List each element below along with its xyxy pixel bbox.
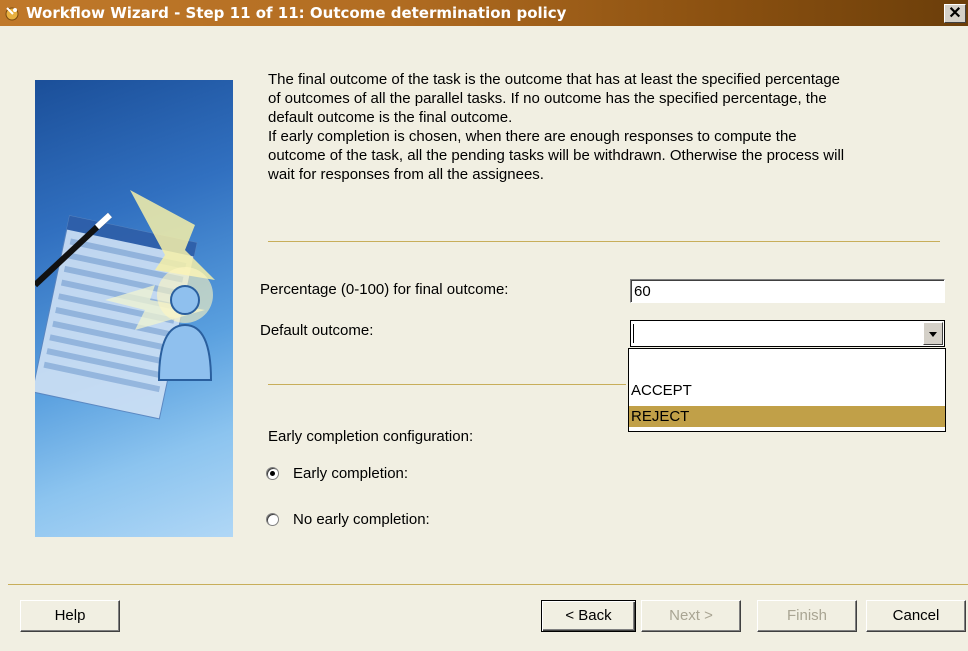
percentage-input[interactable]: 60 — [630, 279, 945, 303]
divider — [268, 241, 940, 242]
finish-button[interactable]: Finish — [757, 600, 857, 632]
default-outcome-options[interactable]: ACCEPT REJECT — [628, 348, 946, 432]
description-line: default outcome is the final outcome. — [268, 109, 513, 126]
workflow-wizard-window: Workflow Wizard - Step 11 of 11: Outcome… — [0, 0, 968, 651]
window-title: Workflow Wizard - Step 11 of 11: Outcome… — [26, 4, 567, 22]
help-button-label: Help — [54, 607, 86, 624]
description-line: of outcomes of all the parallel tasks. I… — [268, 90, 827, 107]
description-line: The final outcome of the task is the out… — [268, 71, 841, 88]
wizard-app-icon — [5, 7, 19, 21]
close-button[interactable]: ✕ — [944, 4, 966, 23]
cancel-button-label: Cancel — [892, 607, 940, 624]
description-line: If early completion is chosen, when ther… — [268, 128, 797, 145]
no-early-completion-label[interactable]: No early completion: — [293, 511, 430, 528]
percentage-label: Percentage (0-100) for final outcome: — [260, 281, 509, 298]
next-button-label: Next > — [669, 607, 713, 624]
back-button[interactable]: < Back — [541, 600, 636, 632]
early-completion-radio[interactable] — [266, 467, 279, 480]
title-bar[interactable]: Workflow Wizard - Step 11 of 11: Outcome… — [0, 0, 968, 26]
back-button-label: Back — [578, 607, 612, 624]
dropdown-arrow-icon[interactable] — [923, 322, 943, 345]
description-line: outcome of the task, all the pending tas… — [268, 147, 845, 164]
default-outcome-select[interactable] — [630, 320, 945, 347]
description-text: The final outcome of the task is the out… — [268, 70, 958, 184]
option-reject[interactable]: REJECT — [629, 406, 945, 427]
divider — [8, 584, 968, 585]
option-empty[interactable] — [629, 349, 945, 370]
close-icon: ✕ — [948, 5, 962, 22]
default-outcome-label: Default outcome: — [260, 322, 374, 339]
help-button[interactable]: Help — [20, 600, 120, 632]
text-cursor — [633, 324, 634, 343]
no-early-completion-radio[interactable] — [266, 513, 279, 526]
early-completion-label[interactable]: Early completion: — [293, 465, 408, 482]
finish-button-label: Finish — [786, 607, 827, 624]
option-accept[interactable]: ACCEPT — [629, 380, 945, 401]
wizard-illustration-art — [35, 190, 215, 420]
next-button[interactable]: Next > — [641, 600, 741, 632]
wizard-illustration — [35, 80, 233, 537]
back-button-prefix: < — [565, 607, 579, 624]
description-line: wait for responses from all the assignee… — [268, 166, 544, 183]
early-completion-heading: Early completion configuration: — [268, 428, 474, 445]
cancel-button[interactable]: Cancel — [866, 600, 966, 632]
divider — [268, 384, 626, 385]
radio-selected-dot — [270, 471, 275, 476]
